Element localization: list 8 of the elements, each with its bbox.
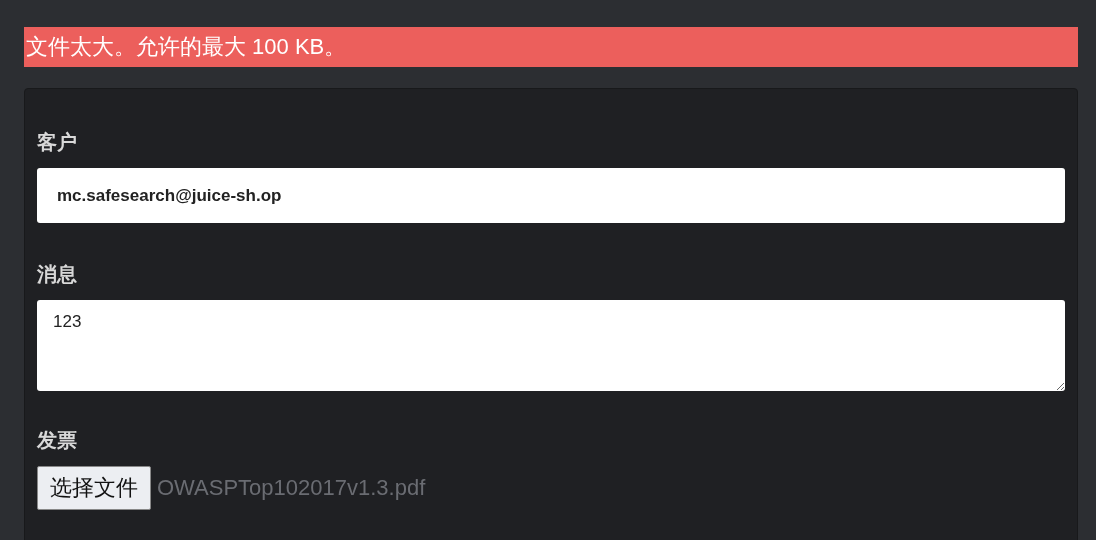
field-label: 消息 [37, 262, 77, 287]
field-label: 发票 [37, 428, 77, 453]
field-label: 客户 [37, 130, 77, 155]
error-banner: 文件太大。允许的最大 100 KB。 [24, 27, 1078, 67]
input-field[interactable]: mc.safesearch@juice-sh.op [37, 168, 1065, 223]
choose-file-button[interactable]: 选择文件 [37, 466, 151, 510]
file-name: OWASPTop102017v1.3.pdf [157, 475, 426, 501]
message-field[interactable]: 123 [37, 300, 1065, 391]
